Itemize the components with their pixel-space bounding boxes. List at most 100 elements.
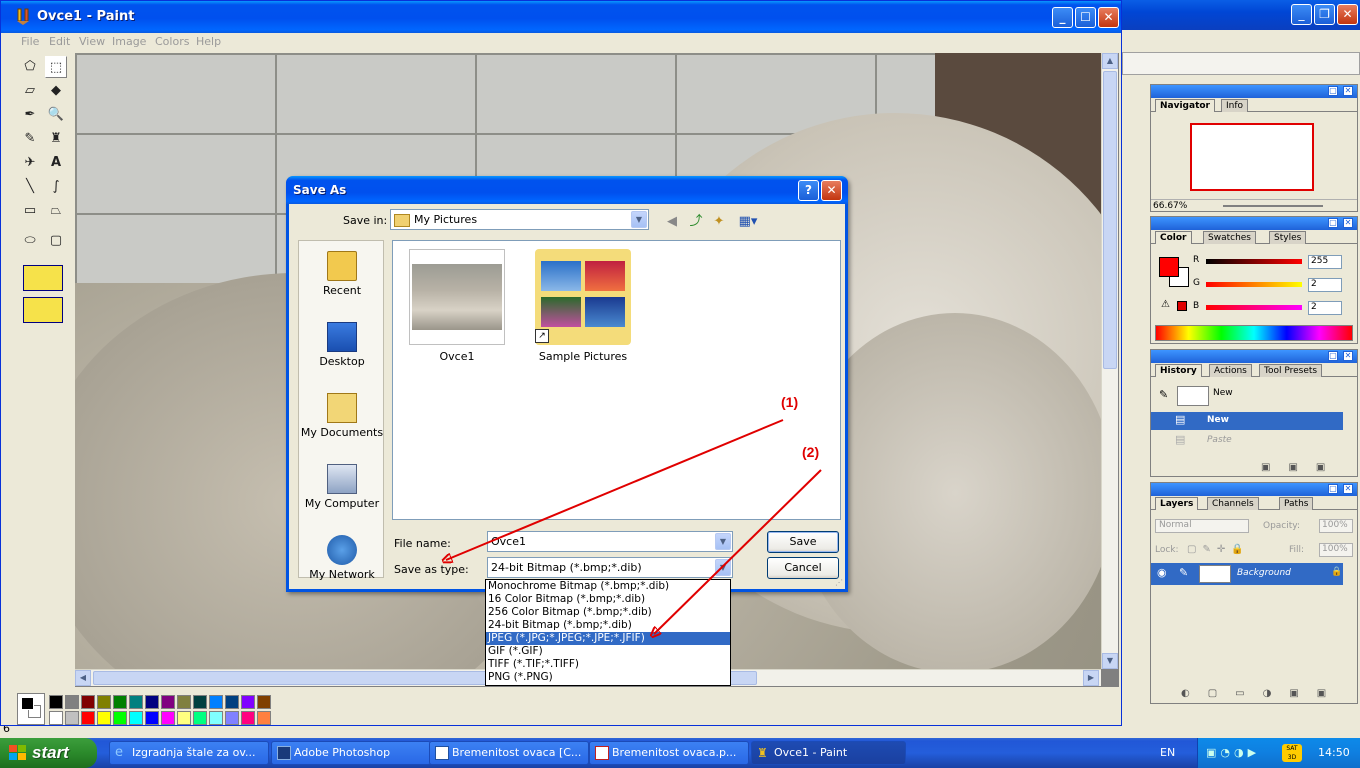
opaque-selection-option-icon[interactable]	[23, 265, 63, 291]
task-internet-explorer[interactable]: e Izgradnja štale za ov...	[109, 741, 269, 765]
cancel-button[interactable]: Cancel	[767, 557, 839, 579]
menu-help[interactable]: Help	[196, 35, 221, 48]
palette-minimize-icon[interactable]: ▢	[1328, 218, 1338, 228]
palette-color-cell[interactable]	[257, 695, 271, 709]
navigator-zoom-slider[interactable]	[1223, 205, 1323, 207]
tab-layers[interactable]: Layers	[1155, 497, 1199, 510]
palette-color-cell[interactable]	[81, 711, 95, 725]
ellipse-tool-icon[interactable]: ⬭	[19, 230, 41, 252]
free-select-tool-icon[interactable]: ⬠	[19, 56, 41, 78]
file-list[interactable]: Ovce1 ↗ Sample Pictures	[392, 240, 841, 520]
paint-close-button[interactable]: ✕	[1098, 7, 1119, 28]
place-recent[interactable]: Recent	[299, 245, 385, 315]
layer-row-background[interactable]: ◉ ✎ Background 🔒	[1151, 563, 1343, 585]
airbrush-tool-icon[interactable]: ✈	[19, 152, 41, 174]
palette-color-cell[interactable]	[177, 695, 191, 709]
type-option[interactable]: Monochrome Bitmap (*.bmp;*.dib)	[486, 580, 730, 593]
rectangle-tool-icon[interactable]: ▭	[19, 200, 41, 222]
palette-color-cell[interactable]	[97, 695, 111, 709]
palette-color-cell[interactable]	[81, 695, 95, 709]
menu-view[interactable]: View	[79, 35, 105, 48]
palette-color-cell[interactable]	[257, 711, 271, 725]
task-pdf-document[interactable]: Bremenitost ovaca.p...	[589, 741, 749, 765]
palette-close-icon[interactable]: ✕	[1343, 218, 1353, 228]
b-slider[interactable]	[1206, 305, 1302, 310]
line-tool-icon[interactable]: ╲	[19, 176, 41, 198]
type-option[interactable]: PNG (*.PNG)	[486, 671, 730, 684]
palette-minimize-icon[interactable]: ▢	[1328, 86, 1338, 96]
scroll-down-icon[interactable]: ▼	[1102, 653, 1118, 669]
g-slider[interactable]	[1206, 282, 1302, 287]
palette-color-cell[interactable]	[225, 711, 239, 725]
palette-color-cell[interactable]	[113, 695, 127, 709]
curve-tool-icon[interactable]: ∫	[45, 176, 67, 198]
back-icon[interactable]: ◀	[663, 213, 681, 231]
rect-select-tool-icon[interactable]: ⬚	[45, 56, 67, 78]
history-snapshot-row[interactable]: ✎ New	[1151, 382, 1357, 408]
save-in-combo[interactable]: My Pictures ▼	[390, 209, 649, 230]
palette-color-cell[interactable]	[241, 695, 255, 709]
tab-tool-presets[interactable]: Tool Presets	[1259, 364, 1323, 377]
palette-close-icon[interactable]: ✕	[1343, 86, 1353, 96]
palette-color-cell[interactable]	[65, 711, 79, 725]
text-tool-icon[interactable]: A	[45, 152, 67, 174]
canvas-vertical-scrollbar[interactable]: ▲ ▼	[1101, 53, 1118, 669]
menu-file[interactable]: File	[21, 35, 39, 48]
palette-color-cell[interactable]	[225, 695, 239, 709]
transparent-selection-option-icon[interactable]	[23, 297, 63, 323]
current-foreground-color[interactable]	[21, 697, 34, 710]
palette-color-cell[interactable]	[113, 711, 127, 725]
paint-titlebar[interactable]: Ovce1 - Paint _ ☐ ✕	[1, 1, 1121, 33]
ps-restore-button[interactable]: ❐	[1314, 4, 1335, 25]
palette-color-cell[interactable]	[129, 711, 143, 725]
history-item-paste[interactable]: ▤ Paste	[1151, 432, 1343, 450]
palette-color-cell[interactable]	[209, 711, 223, 725]
place-my-documents[interactable]: My Documents	[299, 387, 385, 457]
paint-minimize-button[interactable]: _	[1052, 7, 1073, 28]
polygon-tool-icon[interactable]: ⏢	[45, 200, 67, 222]
tray-badge-icon[interactable]: SAT 3D	[1282, 744, 1302, 762]
paint-maximize-button[interactable]: ☐	[1075, 7, 1096, 28]
palette-close-icon[interactable]: ✕	[1343, 484, 1353, 494]
clock[interactable]: 14:50	[1318, 746, 1350, 759]
scroll-up-icon[interactable]: ▲	[1102, 53, 1118, 69]
palette-close-icon[interactable]: ✕	[1343, 351, 1353, 361]
palette-color-cell[interactable]	[193, 711, 207, 725]
navigator-preview[interactable]	[1190, 123, 1314, 191]
foreground-color-swatch[interactable]	[1159, 257, 1179, 277]
task-word-document[interactable]: Bremenitost ovaca [C...	[429, 741, 589, 765]
gamut-color-swatch[interactable]	[1177, 301, 1187, 311]
palette-color-cell[interactable]	[161, 695, 175, 709]
type-option-selected[interactable]: JPEG (*.JPG;*.JPEG;*.JPE;*.JFIF)	[486, 632, 730, 645]
palette-color-cell[interactable]	[65, 695, 79, 709]
r-slider[interactable]	[1206, 259, 1302, 264]
type-option[interactable]: GIF (*.GIF)	[486, 645, 730, 658]
history-item-new[interactable]: ▤ New	[1151, 412, 1343, 430]
save-type-dropdown-list[interactable]: Monochrome Bitmap (*.bmp;*.dib) 16 Color…	[485, 579, 731, 686]
palette-minimize-icon[interactable]: ▢	[1328, 351, 1338, 361]
pencil-tool-icon[interactable]: ✎	[19, 128, 41, 150]
view-menu-icon[interactable]: ▦▾	[735, 213, 761, 231]
ps-close-button[interactable]: ✕	[1337, 4, 1358, 25]
tab-styles[interactable]: Styles	[1269, 231, 1307, 244]
chevron-down-icon[interactable]: ▼	[715, 559, 731, 576]
save-as-type-select[interactable]: 24-bit Bitmap (*.bmp;*.dib) ▼	[487, 557, 733, 578]
dialog-close-button[interactable]: ✕	[821, 180, 842, 201]
tab-swatches[interactable]: Swatches	[1203, 231, 1256, 244]
layers-footer-icons[interactable]: ◐▢▭◑▣▣	[1181, 688, 1344, 699]
chevron-down-icon[interactable]: ▼	[715, 533, 731, 550]
palette-color-cell[interactable]	[209, 695, 223, 709]
brush-tool-icon[interactable]: ♜	[45, 128, 67, 150]
tab-info[interactable]: Info	[1221, 99, 1249, 112]
tab-navigator[interactable]: Navigator	[1155, 99, 1215, 112]
navigator-zoom-value[interactable]: 66.67%	[1153, 201, 1187, 211]
tab-color[interactable]: Color	[1155, 231, 1192, 244]
r-value-field[interactable]: 255	[1308, 255, 1342, 269]
tab-actions[interactable]: Actions	[1209, 364, 1252, 377]
file-name-input[interactable]: Ovce1 ▼	[487, 531, 733, 552]
start-button[interactable]: start	[0, 738, 97, 768]
place-desktop[interactable]: Desktop	[299, 316, 385, 386]
palette-color-cell[interactable]	[161, 711, 175, 725]
palette-color-cell[interactable]	[97, 711, 111, 725]
dialog-titlebar[interactable]: Save As ? ✕	[286, 176, 848, 204]
